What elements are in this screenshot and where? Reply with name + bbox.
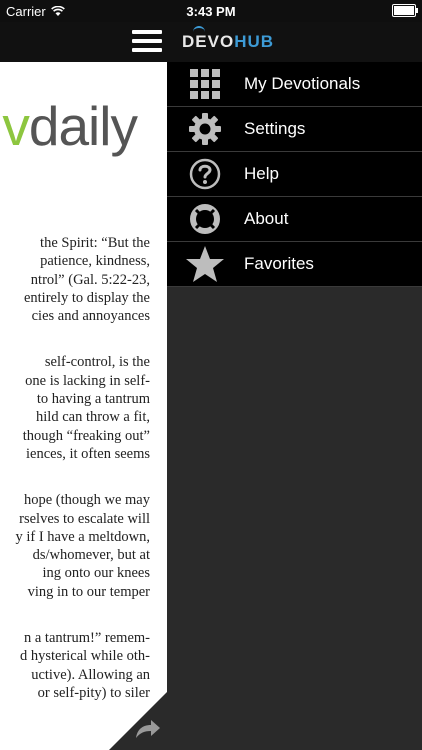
text-line: self-control, is the (44, 354, 150, 371)
star-icon (186, 246, 224, 282)
text-line: y if I have a meltdown, (15, 528, 151, 545)
text-line: hope (though we may (23, 492, 150, 509)
text-line: to having a tantrum (36, 391, 150, 408)
text-line: uctive). Allowing an (31, 666, 150, 683)
text-line: the Spirit: “But the (40, 235, 150, 251)
text-line: rselves to escalate will (19, 510, 150, 527)
status-bar: Carrier 3:43 PM (0, 0, 422, 22)
text-line: ds/whomever, but at (32, 547, 150, 564)
menu-item-settings[interactable]: Settings (167, 107, 422, 152)
article-paragraph: the Spirit: “But the patience, kindness,… (0, 234, 150, 325)
navigation-bar: DEVOHUB (0, 22, 422, 62)
status-time: 3:43 PM (186, 4, 236, 19)
gear-icon (189, 113, 221, 145)
text-line: iences, it often seems (25, 445, 150, 462)
menu-item-label: Settings (244, 119, 306, 138)
side-menu: My Devotionals Settings Help About Favor… (167, 62, 422, 287)
menu-item-help[interactable]: Help (167, 152, 422, 197)
text-line: hild can throw a fit, (36, 409, 150, 426)
text-line: ing onto our knees (42, 565, 150, 582)
hamburger-line (132, 39, 162, 43)
menu-item-favorites[interactable]: Favorites (167, 242, 422, 287)
menu-item-label: My Devotionals (244, 74, 361, 93)
menu-item-label: About (244, 209, 289, 228)
article-paragraph: self-control, is the one is lacking in s… (0, 353, 150, 463)
text-line: one is lacking in self- (25, 372, 150, 389)
brand-logo-text: daily (28, 95, 138, 157)
article-panel[interactable]: vdaily the Spirit: “But the patience, ki… (0, 62, 167, 750)
hamburger-line (132, 30, 162, 34)
status-right (392, 4, 418, 17)
text-line: entirely to display the (23, 289, 150, 306)
text-line: d hysterical while oth- (19, 648, 150, 665)
menu-item-label: Help (244, 164, 279, 183)
hamburger-line (132, 48, 162, 52)
text-line: patience, kindness, (40, 253, 150, 270)
text-line: ving in to our temper (27, 583, 150, 600)
battery-icon (392, 4, 418, 17)
menu-item-my-devotionals[interactable]: My Devotionals (167, 62, 422, 107)
text-line: cies and annoyances (31, 308, 150, 325)
brand-logo-v: v (2, 95, 29, 157)
menu-empty-area (167, 287, 422, 750)
lifebuoy-icon (190, 204, 220, 234)
question-icon (189, 158, 221, 190)
text-line: n a tantrum!” remem- (23, 630, 150, 647)
text-line: ntrol” (Gal. 5:22-23, (30, 271, 150, 288)
brand-logo: vdaily (2, 94, 138, 158)
logo-devo-text: DEVO (182, 32, 235, 51)
article-body: the Spirit: “But the patience, kindness,… (0, 234, 151, 730)
menu-toggle-button[interactable] (132, 30, 162, 54)
logo-hub-text: HUB (234, 32, 275, 51)
menu-item-about[interactable]: About (167, 197, 422, 242)
text-line: though “freaking out” (22, 427, 150, 444)
share-icon[interactable] (135, 718, 161, 740)
grid-icon (190, 69, 220, 99)
app-logo: DEVOHUB (182, 32, 274, 52)
article-paragraph: hope (though we may rselves to escalate … (0, 491, 151, 601)
menu-item-label: Favorites (244, 254, 314, 273)
